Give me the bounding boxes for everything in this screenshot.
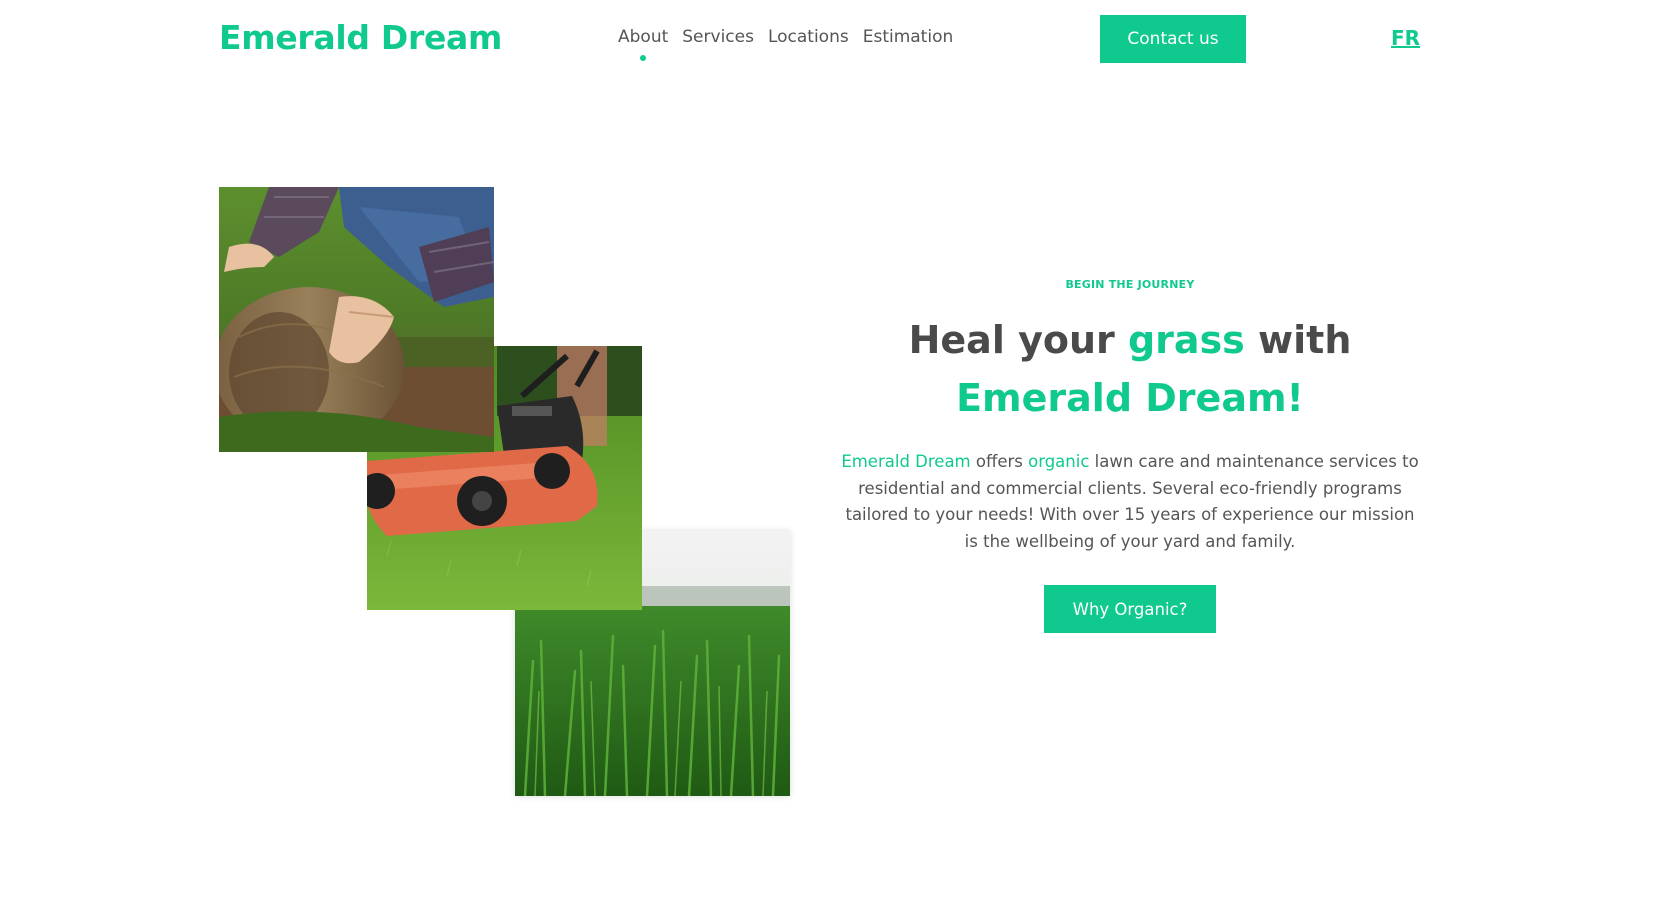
nav-item-label: Services <box>682 27 754 47</box>
nav-item-label: Estimation <box>862 27 954 47</box>
contact-us-button[interactable]: Contact us <box>1100 15 1246 63</box>
landing-page: Emerald Dream About Services Locations E… <box>0 0 1655 903</box>
main-nav: About Services Locations Estimation <box>618 27 954 61</box>
desc-text: offers <box>970 452 1029 471</box>
sod-rolling-photo <box>219 187 494 452</box>
nav-item-label: Locations <box>767 27 849 47</box>
hero-description: Emerald Dream offers organic lawn care a… <box>840 449 1420 555</box>
headline-highlight-brand: Emerald Dream! <box>956 376 1304 420</box>
active-indicator-dot <box>640 55 647 61</box>
why-organic-button[interactable]: Why Organic? <box>1044 585 1216 633</box>
nav-item-services[interactable]: Services <box>682 27 754 47</box>
hero-section: BEGIN THE JOURNEY Heal your grass with E… <box>830 278 1430 633</box>
headline-highlight-grass: grass <box>1127 318 1245 362</box>
hero-headline: Heal your grass with Emerald Dream! <box>830 311 1430 427</box>
headline-text: with <box>1244 318 1352 362</box>
desc-brand: Emerald Dream <box>841 452 971 471</box>
language-switch-link[interactable]: FR <box>1391 26 1420 50</box>
headline-text: Heal your <box>908 318 1128 362</box>
nav-item-locations[interactable]: Locations <box>768 27 849 47</box>
nav-item-label: About <box>618 27 669 47</box>
nav-item-about[interactable]: About <box>618 27 669 61</box>
hero-eyebrow: BEGIN THE JOURNEY <box>1065 278 1195 291</box>
nav-item-estimation[interactable]: Estimation <box>863 27 954 47</box>
brand-logo[interactable]: Emerald Dream <box>219 18 502 57</box>
desc-highlight-organic: organic <box>1028 452 1090 471</box>
